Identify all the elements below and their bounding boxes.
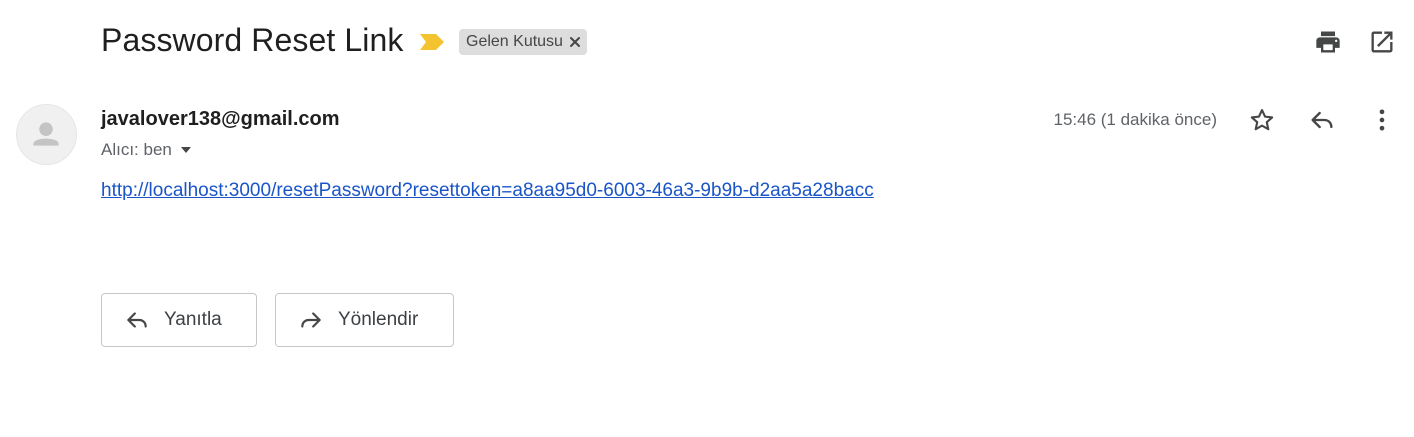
email-view: Password Reset Link Gelen Kutusu javalov… [0, 0, 1414, 437]
avatar[interactable] [16, 104, 77, 165]
label-chip-inbox: Gelen Kutusu [459, 29, 587, 55]
recipient-label: Alıcı: ben [101, 140, 172, 159]
importance-marker-icon[interactable] [419, 32, 445, 52]
star-icon[interactable] [1248, 106, 1276, 134]
reply-icon [127, 312, 147, 328]
person-icon [33, 122, 59, 146]
forward-button[interactable]: Yönlendir [275, 293, 454, 347]
close-icon[interactable] [569, 36, 581, 48]
reset-password-link[interactable]: http://localhost:3000/resetPassword?rese… [101, 180, 874, 202]
print-icon[interactable] [1314, 28, 1342, 56]
reply-button-label: Yanıtla [164, 309, 222, 330]
email-subject: Password Reset Link [101, 22, 404, 58]
more-vertical-icon[interactable] [1368, 106, 1396, 134]
sender-email[interactable]: javalover138@gmail.com [101, 108, 340, 131]
label-chip-text: Gelen Kutusu [466, 33, 563, 50]
open-in-new-window-icon[interactable] [1368, 28, 1396, 56]
chevron-down-icon [180, 147, 191, 153]
reply-button[interactable]: Yanıtla [101, 293, 257, 347]
recipient-details-toggle[interactable]: Alıcı: ben [101, 140, 192, 160]
reply-icon[interactable] [1308, 106, 1336, 134]
forward-icon [301, 312, 321, 328]
forward-button-label: Yönlendir [338, 309, 419, 330]
email-timestamp: 15:46 (1 dakika önce) [1053, 110, 1218, 129]
